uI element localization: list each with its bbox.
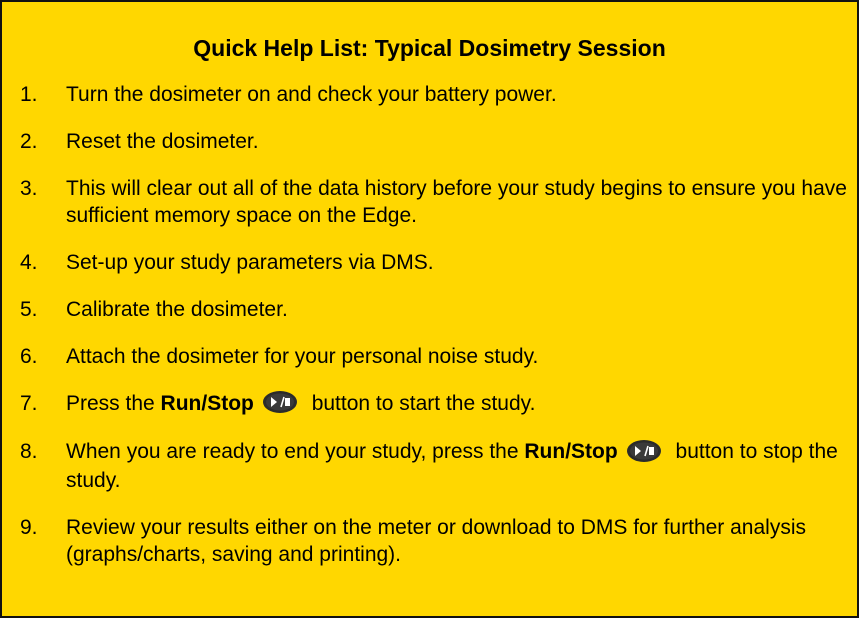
list-item: 7. Press the Run/Stop button to start th… [20, 390, 850, 418]
list-item: 6. Attach the dosimeter for your persona… [20, 343, 850, 370]
item-text: Turn the dosimeter on and check your bat… [66, 83, 557, 106]
item-text: Calibrate the dosimeter. [66, 298, 288, 321]
item-text: Attach the dosimeter for your personal n… [66, 345, 539, 368]
item-text: When you are ready to end your study, pr… [66, 438, 850, 493]
run-stop-label: Run/Stop [160, 392, 254, 415]
item-number: 7. [20, 392, 38, 415]
item-number: 3. [20, 177, 38, 200]
run-stop-label: Run/Stop [524, 440, 618, 464]
list-item: 3. This will clear out all of the data h… [20, 175, 850, 229]
panel-title: Quick Help List: Typical Dosimetry Sessi… [193, 35, 666, 61]
item-text-pre: Press the [66, 392, 161, 415]
item-number: 8. [20, 440, 38, 464]
item-number: 1. [20, 83, 38, 106]
item-text: Set-up your study parameters via DMS. [66, 251, 434, 274]
run-stop-icon [626, 439, 661, 462]
list-item: 2. Reset the dosimeter. [20, 128, 850, 155]
item-text-post: button to start the study. [305, 392, 536, 415]
item-number: 4. [20, 251, 38, 274]
item-text: Reset the dosimeter. [66, 130, 259, 153]
item-number: 2. [20, 130, 38, 153]
item-number: 6. [20, 345, 38, 368]
list-item: 1. Turn the dosimeter on and check your … [20, 81, 850, 108]
list-item: 4. Set-up your study parameters via DMS. [20, 249, 850, 276]
list-item: 5. Calibrate the dosimeter. [20, 296, 850, 323]
item-text-pre: When you are ready to end your study, pr… [66, 440, 525, 464]
item-text: This will clear out all of the data hist… [66, 177, 847, 227]
item-text: Review your results either on the meter … [66, 515, 806, 566]
list-item: 9. Review your results either on the met… [20, 514, 850, 568]
item-number: 9. [20, 515, 38, 539]
run-stop-icon [262, 391, 297, 414]
item-number: 5. [20, 298, 38, 321]
help-list: 1. Turn the dosimeter on and check your … [20, 81, 850, 568]
list-item: 8. When you are ready to end your study,… [20, 438, 850, 493]
quick-help-panel: Quick Help List: Typical Dosimetry Sessi… [0, 0, 859, 618]
item-text: Press the Run/Stop button to start the s… [66, 390, 850, 418]
